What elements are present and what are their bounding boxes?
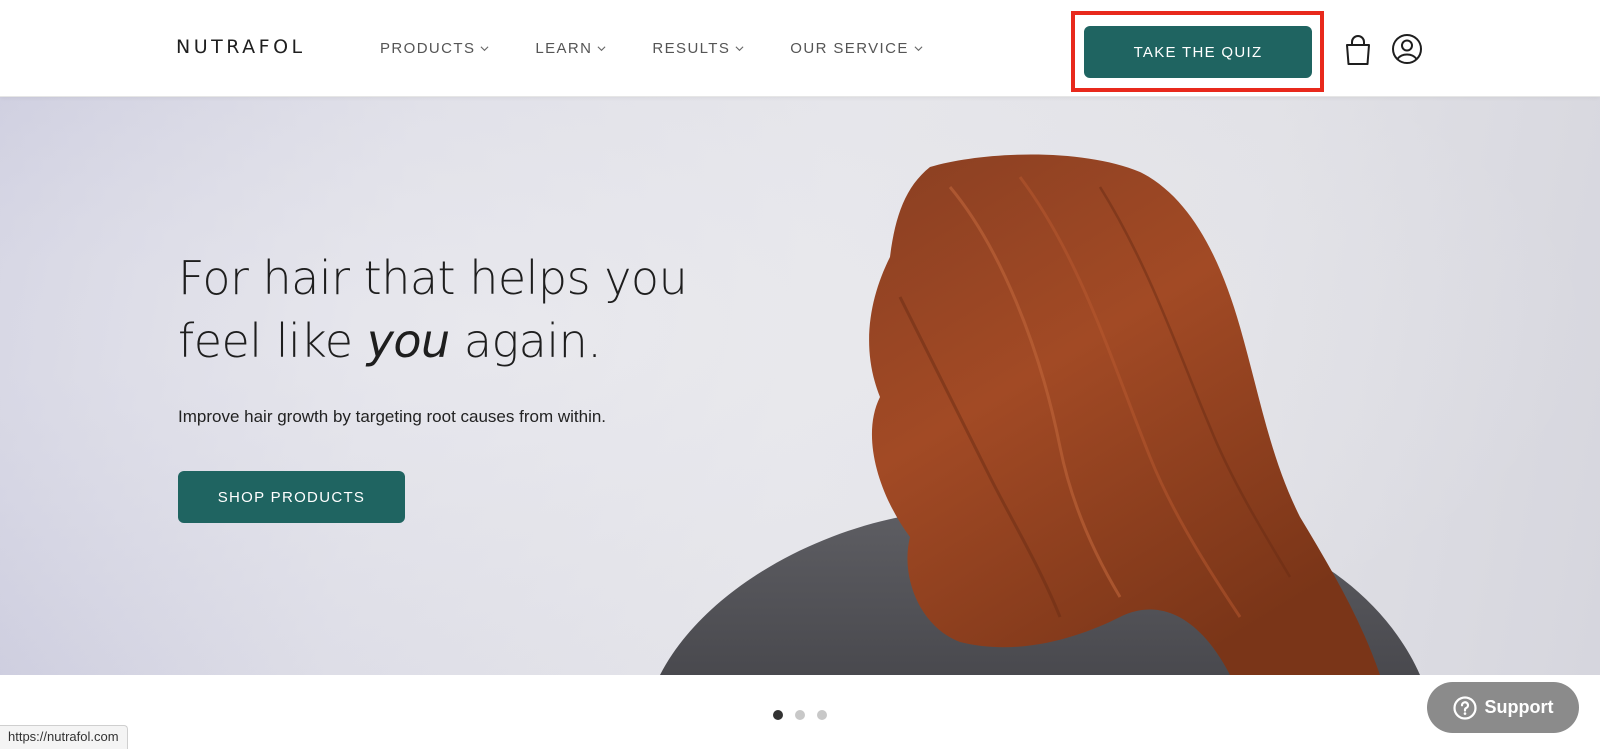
shopping-bag-icon[interactable]	[1344, 34, 1372, 66]
user-circle-icon[interactable]	[1391, 33, 1423, 65]
support-button[interactable]: Support	[1427, 682, 1579, 733]
support-label: Support	[1484, 697, 1554, 717]
status-bar-url: https://nutrafol.com	[0, 725, 128, 749]
main-nav: PRODUCTS LEARN RESULTS OUR SERVICE	[380, 40, 969, 57]
hero-headline-pre: feel like	[178, 314, 367, 368]
nav-our-service-label: OUR SERVICE	[790, 40, 909, 57]
chevron-down-icon	[914, 46, 923, 52]
nav-our-service[interactable]: OUR SERVICE	[790, 40, 923, 57]
nav-learn[interactable]: LEARN	[535, 40, 606, 57]
chevron-down-icon	[480, 46, 489, 52]
nutrafol-logo[interactable]: NUTRAFOL	[176, 36, 306, 58]
chevron-down-icon	[735, 46, 744, 52]
take-the-quiz-button[interactable]: TAKE THE QUIZ	[1084, 26, 1312, 78]
hero-headline-line1: For hair that helps you	[178, 251, 688, 305]
chevron-down-icon	[597, 46, 606, 52]
carousel-dot-3[interactable]	[817, 710, 827, 720]
hero-woman-red-hair-image	[0, 97, 1600, 675]
nav-products[interactable]: PRODUCTS	[380, 40, 489, 57]
shop-products-button[interactable]: SHOP PRODUCTS	[178, 471, 405, 523]
nav-results-label: RESULTS	[652, 40, 731, 57]
carousel-dot-1[interactable]	[773, 710, 783, 720]
carousel-dots	[773, 710, 827, 720]
hero-banner: For hair that helps you feel like you ag…	[0, 97, 1600, 675]
nav-results[interactable]: RESULTS	[652, 40, 744, 57]
nav-learn-label: LEARN	[535, 40, 593, 57]
hero-headline: For hair that helps you feel like you ag…	[178, 247, 738, 373]
hero-headline-emphasis: you	[366, 314, 451, 368]
hero-subhead: Improve hair growth by targeting root ca…	[178, 407, 607, 426]
nav-products-label: PRODUCTS	[380, 40, 476, 57]
carousel-dot-2[interactable]	[795, 710, 805, 720]
hero-headline-post: again.	[449, 314, 602, 368]
site-header: NUTRAFOL PRODUCTS LEARN RESULTS OUR SERV…	[0, 0, 1600, 97]
question-circle-icon	[1452, 695, 1477, 720]
